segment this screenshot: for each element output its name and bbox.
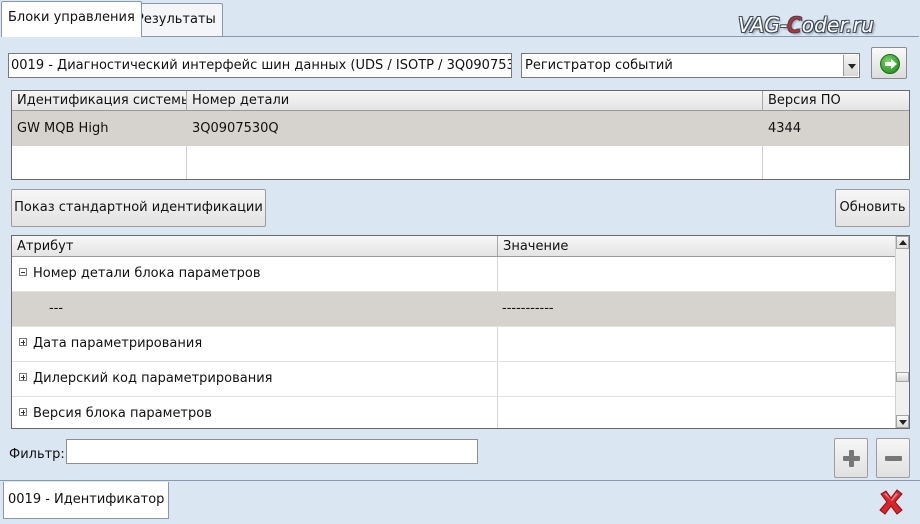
column-header-system-id[interactable]: Идентификация системы — [12, 91, 187, 110]
tab-identification[interactable]: 0019 - Идентификатор — [3, 482, 170, 519]
tree-row-value — [498, 397, 896, 428]
tree-row[interactable]: Версия блока параметров — [12, 397, 896, 428]
identification-table: Идентификация системы Номер детали Верси… — [11, 90, 910, 180]
table-row-empty[interactable] — [12, 146, 909, 179]
tree-row[interactable]: Дилерский код параметрирования — [12, 362, 896, 397]
minus-icon — [885, 456, 902, 461]
function-select-value: Регистратор событий — [525, 58, 673, 73]
tree-row-selected[interactable]: --- ----------- — [12, 292, 896, 327]
attribute-label: Дилерский код параметрирования — [33, 371, 273, 386]
column-header-attribute[interactable]: Атрибут — [12, 236, 498, 256]
expand-plus-icon[interactable] — [19, 408, 27, 416]
empty-cell — [187, 146, 763, 179]
attribute-table-header: Атрибут Значение — [12, 236, 896, 257]
scroll-up-arrow-icon[interactable] — [896, 236, 909, 249]
tab-control-units[interactable]: Блоки управления — [1, 1, 142, 37]
tab-results[interactable]: Результаты — [129, 3, 223, 36]
tree-row[interactable]: Дата параметрирования — [12, 327, 896, 362]
tree-row-value: ----------- — [502, 301, 554, 316]
tree-row-attribute: Дилерский код параметрирования — [12, 362, 498, 396]
bottom-tabstrip: 0019 - Идентификатор — [0, 480, 920, 524]
vertical-scrollbar[interactable] — [895, 236, 909, 428]
expand-plus-icon[interactable] — [19, 338, 27, 346]
scrollbar-thumb[interactable] — [896, 372, 909, 382]
expand-all-button[interactable] — [834, 438, 868, 478]
show-standard-identification-button[interactable]: Показ стандартной идентификации — [11, 189, 266, 227]
empty-cell — [763, 146, 909, 179]
empty-cell — [12, 146, 187, 179]
scroll-down-arrow-icon[interactable] — [896, 415, 909, 428]
expand-plus-icon[interactable] — [19, 373, 27, 381]
function-select[interactable]: Регистратор событий — [521, 53, 860, 78]
tree-row-value — [498, 257, 896, 291]
tree-row-attribute: Дата параметрирования — [12, 327, 498, 361]
attribute-table: Атрибут Значение Номер детали блока пара… — [11, 235, 910, 429]
main-panel: 0019 - Диагностический интерфейс шин дан… — [1, 36, 919, 479]
go-button[interactable] — [871, 47, 907, 79]
plus-icon-vertical — [849, 450, 854, 467]
top-tabstrip: Блоки управления Результаты VAG-Coder.ru — [0, 0, 920, 37]
cell-sw-version: 4344 — [768, 121, 802, 136]
cell-part-number: 3Q0907530Q — [192, 121, 279, 136]
green-arrow-icon — [880, 54, 900, 74]
attribute-label: Версия блока параметров — [33, 406, 212, 421]
filter-label: Фильтр: — [9, 447, 65, 462]
module-select[interactable]: 0019 - Диагностический интерфейс шин дан… — [8, 53, 512, 78]
identification-table-header: Идентификация системы Номер детали Верси… — [12, 91, 909, 111]
collapse-minus-icon[interactable] — [19, 268, 27, 276]
table-row[interactable]: GW MQB High 3Q0907530Q 4344 — [12, 111, 909, 146]
tree-row-value — [498, 362, 896, 396]
chevron-down-icon[interactable] — [843, 55, 858, 76]
attribute-label: Дата параметрирования — [33, 336, 203, 351]
tree-row-attribute: Номер детали блока параметров — [12, 257, 498, 291]
column-header-value[interactable]: Значение — [498, 236, 896, 256]
column-header-sw-version[interactable]: Версия ПО — [763, 91, 909, 110]
tree-row-attribute: --- — [49, 301, 64, 316]
site-watermark: VAG-Coder.ru — [738, 13, 874, 37]
collapse-all-button[interactable] — [876, 438, 910, 478]
red-x-close-icon[interactable] — [877, 488, 905, 516]
cell-system-id: GW MQB High — [17, 121, 109, 136]
tree-row-attribute: Версия блока параметров — [12, 397, 498, 428]
filter-input[interactable] — [66, 439, 478, 464]
refresh-button[interactable]: Обновить — [835, 189, 910, 227]
column-header-part-number[interactable]: Номер детали — [187, 91, 763, 110]
tree-row[interactable]: Номер детали блока параметров — [12, 257, 896, 292]
tree-row-value — [498, 327, 896, 361]
attribute-label: Номер детали блока параметров — [33, 266, 261, 281]
